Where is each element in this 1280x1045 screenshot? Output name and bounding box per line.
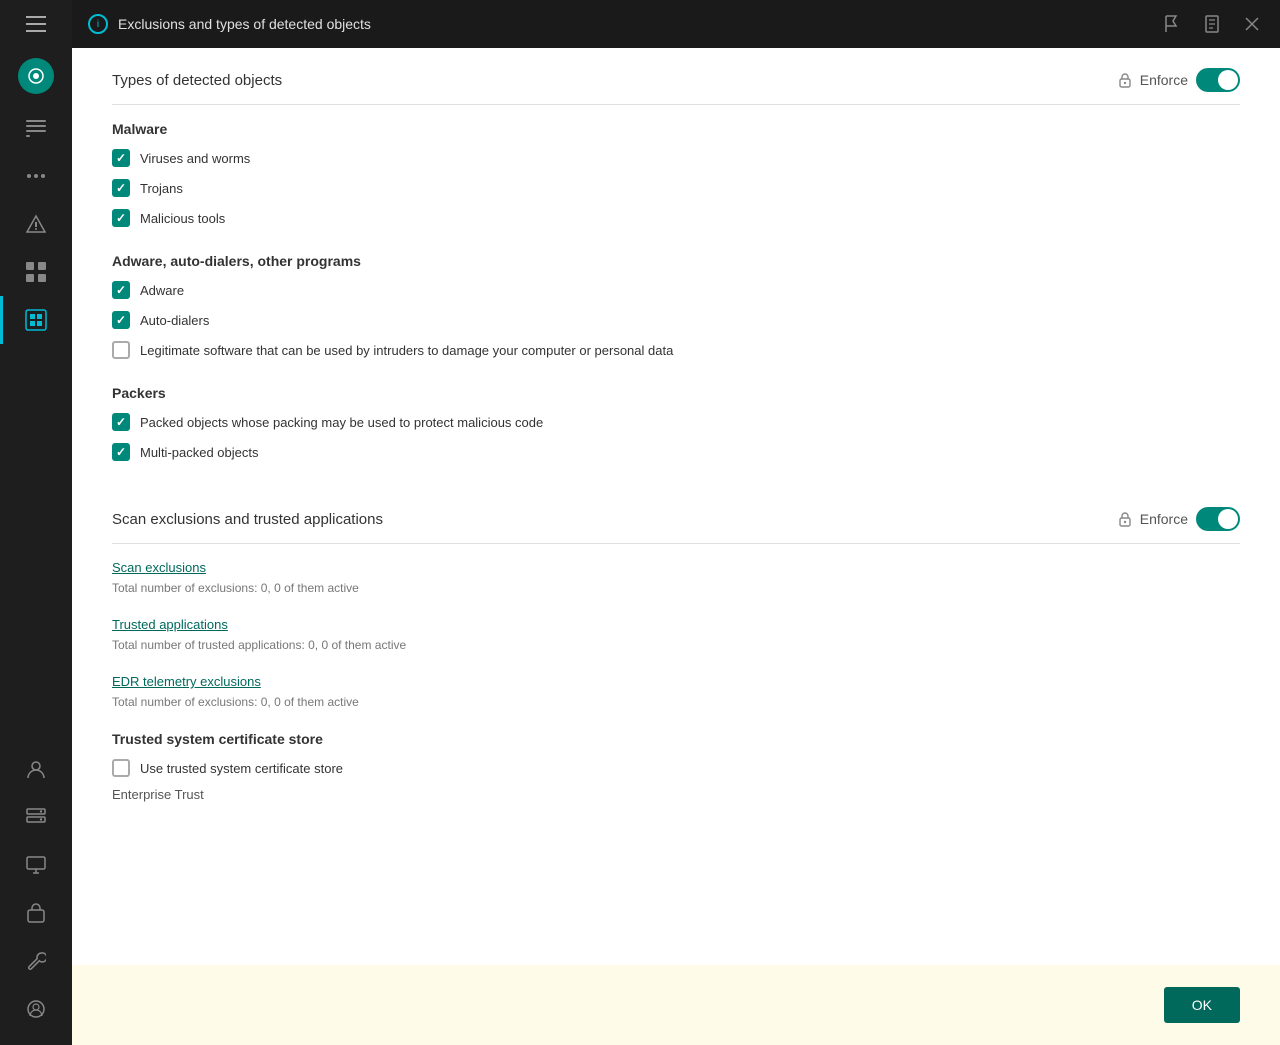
app-logo bbox=[18, 58, 54, 94]
types-section-title: Types of detected objects bbox=[112, 72, 282, 89]
multi-packed-checkbox[interactable]: ✓ bbox=[112, 443, 130, 461]
adware-group: Adware, auto-dialers, other programs ✓ A… bbox=[112, 253, 1240, 361]
scan-enforce-toggle[interactable] bbox=[1196, 507, 1240, 531]
viruses-item: ✓ Viruses and worms bbox=[112, 147, 1240, 169]
packed-objects-checkbox[interactable]: ✓ bbox=[112, 413, 130, 431]
edr-telemetry-item: EDR telemetry exclusions Total number of… bbox=[112, 674, 1240, 711]
scan-links-section: Scan exclusions Total number of exclusio… bbox=[112, 560, 1240, 711]
scan-exclusions-item: Scan exclusions Total number of exclusio… bbox=[112, 560, 1240, 597]
legitimate-software-item: Legitimate software that can be used by … bbox=[112, 339, 1240, 361]
scan-enforce-container: Enforce bbox=[1118, 507, 1240, 531]
adware-title: Adware, auto-dialers, other programs bbox=[112, 253, 1240, 269]
sidebar-bottom bbox=[0, 745, 72, 1045]
main-area: i Exclusions and types of detected objec… bbox=[72, 0, 1280, 1045]
trojans-item: ✓ Trojans bbox=[112, 177, 1240, 199]
legitimate-software-checkbox[interactable] bbox=[112, 341, 130, 359]
viruses-label: Viruses and worms bbox=[140, 151, 250, 166]
cert-section: Trusted system certificate store Use tru… bbox=[112, 731, 1240, 802]
trojans-checkbox[interactable]: ✓ bbox=[112, 179, 130, 197]
types-enforce-container: Enforce bbox=[1118, 68, 1240, 92]
cert-checkbox-label: Use trusted system certificate store bbox=[140, 761, 343, 776]
sidebar-item-list[interactable] bbox=[0, 104, 72, 152]
adware-label: Adware bbox=[140, 283, 184, 298]
multi-packed-item: ✓ Multi-packed objects bbox=[112, 441, 1240, 463]
sidebar-item-active[interactable] bbox=[0, 296, 72, 344]
sidebar-item-dashes[interactable] bbox=[0, 152, 72, 200]
content-scroll: Types of detected objects Enforce Malwar… bbox=[72, 48, 1280, 965]
auto-dialers-label: Auto-dialers bbox=[140, 313, 209, 328]
sidebar-item-server[interactable] bbox=[0, 793, 72, 841]
cert-checkbox-item: Use trusted system certificate store bbox=[112, 757, 1240, 779]
trojans-label: Trojans bbox=[140, 181, 183, 196]
packed-objects-label: Packed objects whose packing may be used… bbox=[140, 415, 543, 430]
page-title: Exclusions and types of detected objects bbox=[118, 16, 1160, 32]
hamburger-button[interactable] bbox=[0, 0, 72, 48]
cert-section-title: Trusted system certificate store bbox=[112, 731, 1240, 747]
titlebar: i Exclusions and types of detected objec… bbox=[72, 0, 1280, 48]
packers-group: Packers ✓ Packed objects whose packing m… bbox=[112, 385, 1240, 463]
sidebar-item-grid[interactable] bbox=[0, 248, 72, 296]
packed-objects-item: ✓ Packed objects whose packing may be us… bbox=[112, 411, 1240, 433]
edr-telemetry-description: Total number of exclusions: 0, 0 of them… bbox=[112, 695, 359, 709]
book-button[interactable] bbox=[1200, 12, 1224, 36]
edr-telemetry-link[interactable]: EDR telemetry exclusions bbox=[112, 674, 1240, 689]
lock-icon-scan bbox=[1118, 511, 1132, 527]
multi-packed-label: Multi-packed objects bbox=[140, 445, 259, 460]
packers-title: Packers bbox=[112, 385, 1240, 401]
types-section-header: Types of detected objects Enforce bbox=[112, 48, 1240, 105]
sidebar-item-monitor[interactable] bbox=[0, 841, 72, 889]
enterprise-trust-label: Enterprise Trust bbox=[112, 787, 1240, 802]
lock-icon-types bbox=[1118, 72, 1132, 88]
adware-item: ✓ Adware bbox=[112, 279, 1240, 301]
scan-section-header: Scan exclusions and trusted applications… bbox=[112, 487, 1240, 544]
malicious-tools-checkbox[interactable]: ✓ bbox=[112, 209, 130, 227]
types-enforce-toggle[interactable] bbox=[1196, 68, 1240, 92]
malicious-tools-item: ✓ Malicious tools bbox=[112, 207, 1240, 229]
sidebar-item-wrench[interactable] bbox=[0, 937, 72, 985]
scan-exclusions-description: Total number of exclusions: 0, 0 of them… bbox=[112, 581, 359, 595]
ok-button[interactable]: OK bbox=[1164, 987, 1240, 1023]
malware-group: Malware ✓ Viruses and worms ✓ Trojans ✓ bbox=[112, 121, 1240, 229]
titlebar-actions bbox=[1160, 12, 1264, 36]
sidebar-item-warning[interactable] bbox=[0, 200, 72, 248]
content-panel: Types of detected objects Enforce Malwar… bbox=[72, 48, 1280, 1045]
sidebar-item-bag[interactable] bbox=[0, 889, 72, 937]
sidebar-item-user[interactable] bbox=[0, 985, 72, 1033]
malware-title: Malware bbox=[112, 121, 1240, 137]
trusted-applications-link[interactable]: Trusted applications bbox=[112, 617, 1240, 632]
auto-dialers-checkbox[interactable]: ✓ bbox=[112, 311, 130, 329]
sidebar-item-people[interactable] bbox=[0, 745, 72, 793]
scan-section-title: Scan exclusions and trusted applications bbox=[112, 511, 383, 528]
auto-dialers-item: ✓ Auto-dialers bbox=[112, 309, 1240, 331]
trusted-applications-description: Total number of trusted applications: 0,… bbox=[112, 638, 406, 652]
viruses-checkbox[interactable]: ✓ bbox=[112, 149, 130, 167]
adware-checkbox[interactable]: ✓ bbox=[112, 281, 130, 299]
footer: OK bbox=[72, 965, 1280, 1045]
sidebar-top bbox=[0, 0, 72, 344]
scan-enforce-label: Enforce bbox=[1140, 511, 1188, 527]
types-enforce-label: Enforce bbox=[1140, 72, 1188, 88]
cert-checkbox[interactable] bbox=[112, 759, 130, 777]
flag-button[interactable] bbox=[1160, 12, 1184, 36]
title-icon: i bbox=[88, 14, 108, 34]
legitimate-software-label: Legitimate software that can be used by … bbox=[140, 343, 673, 358]
malicious-tools-label: Malicious tools bbox=[140, 211, 225, 226]
scan-exclusions-link[interactable]: Scan exclusions bbox=[112, 560, 1240, 575]
close-button[interactable] bbox=[1240, 12, 1264, 36]
trusted-applications-item: Trusted applications Total number of tru… bbox=[112, 617, 1240, 654]
sidebar bbox=[0, 0, 72, 1045]
